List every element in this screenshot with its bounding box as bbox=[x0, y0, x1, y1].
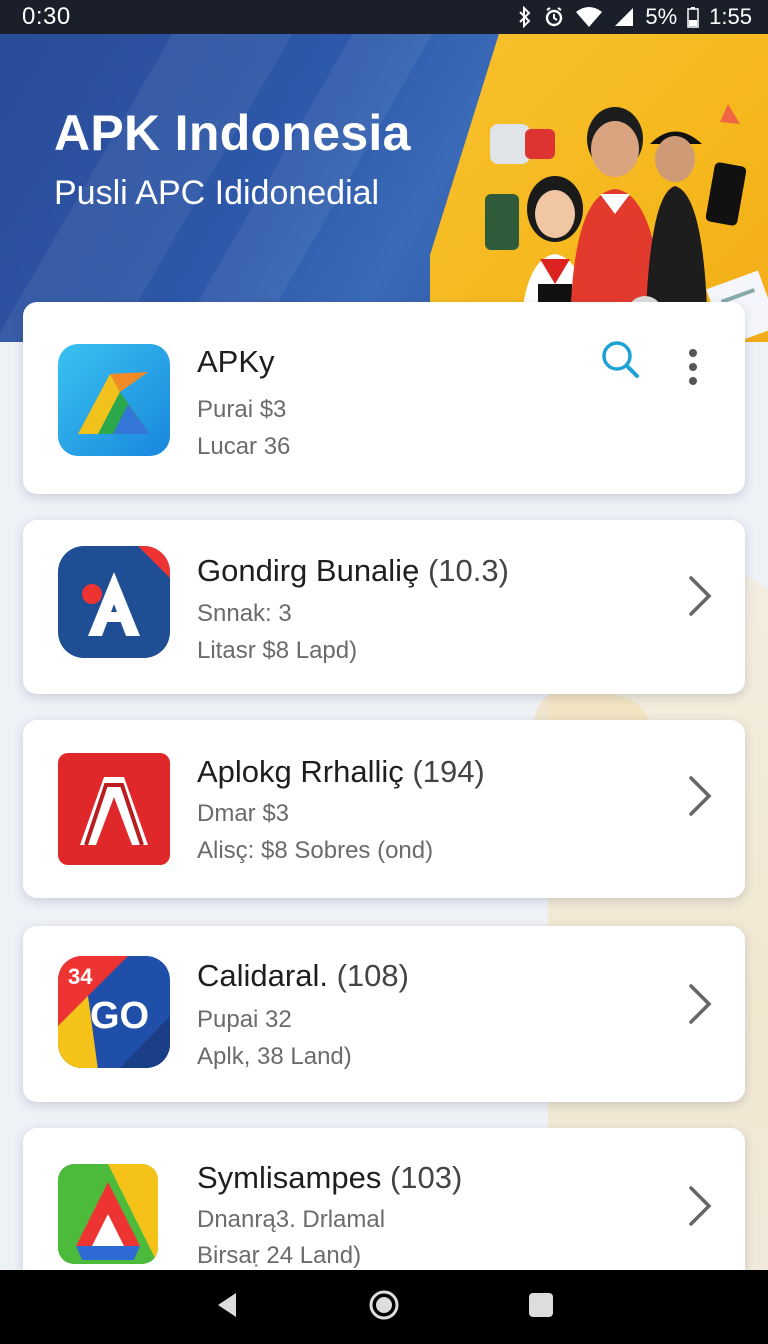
app-card-aplokg[interactable]: Aplokg Rrhalliç (194) Dmar $3 Alisç: $8 … bbox=[23, 720, 745, 898]
more-options-icon[interactable] bbox=[687, 348, 699, 393]
status-time-left: 0:30 bbox=[22, 3, 71, 30]
hero-subtitle: Pusli APC Ididonedial bbox=[54, 174, 380, 212]
app-info-line1: Dmar $3 bbox=[197, 800, 290, 827]
app-count: (103) bbox=[389, 1160, 463, 1195]
app-name: APKy bbox=[197, 344, 275, 379]
calendar-number: 34 bbox=[68, 964, 93, 989]
app-name: Symlisampes bbox=[197, 1160, 382, 1195]
app-icon-aplokg bbox=[58, 753, 170, 865]
status-bar: 0:30 5% 1:55 bbox=[0, 0, 768, 34]
app-title-row: Aplokg Rrhalliç (194) bbox=[197, 754, 485, 790]
app-title-row: Calidaral. (108) bbox=[197, 958, 409, 994]
battery-icon bbox=[687, 6, 699, 28]
app-card-gondirg[interactable]: Gondirg Bunaliȩ (10.3) Snnak: 3 Litasr $… bbox=[23, 520, 745, 694]
app-icon-apky bbox=[58, 344, 170, 456]
battery-percent: 5% bbox=[645, 4, 678, 29]
app-title-row: Gondirg Bunaliȩ (10.3) bbox=[197, 553, 509, 589]
app-card-calidaral[interactable]: 34 GO Calidaral. (108) Pupai 32 Aplk, 38… bbox=[23, 926, 745, 1102]
app-icon-symlisampes bbox=[58, 1164, 158, 1264]
signal-icon bbox=[613, 6, 635, 28]
app-info-line1: Dnanrą3. Drlamal bbox=[197, 1206, 386, 1233]
home-button[interactable] bbox=[368, 1289, 400, 1326]
hero-title: APK Indonesia bbox=[54, 105, 411, 161]
navigation-bar bbox=[0, 1270, 768, 1344]
hero-banner: APK Indonesia Pusli APC Ididonedial bbox=[0, 34, 768, 342]
back-button[interactable] bbox=[214, 1291, 240, 1324]
app-info-line2: Lucar 36 bbox=[197, 433, 291, 460]
app-title-row: Symlisampes (103) bbox=[197, 1160, 462, 1196]
bluetooth-icon bbox=[517, 6, 533, 28]
app-icon-calidaral: 34 GO bbox=[58, 956, 170, 1068]
status-time-right: 1:55 bbox=[709, 4, 752, 29]
app-info-line2: Birsaṛ 24 Land) bbox=[197, 1242, 362, 1269]
recents-button[interactable] bbox=[528, 1292, 554, 1323]
chevron-right-icon[interactable] bbox=[685, 982, 715, 1026]
app-name: Gondirg Bunaliȩ bbox=[197, 553, 420, 588]
megaphone-icon bbox=[490, 124, 555, 164]
go-text: GO bbox=[90, 995, 149, 1037]
app-count: (10.3) bbox=[427, 553, 509, 588]
search-icon[interactable] bbox=[599, 338, 641, 385]
chevron-right-icon[interactable] bbox=[685, 1184, 715, 1228]
app-info-line2: Alisç: $8 Sobres (ond) bbox=[197, 837, 434, 864]
app-icon-gondirg bbox=[58, 546, 170, 658]
app-count: (194) bbox=[412, 754, 485, 789]
app-info-line1: Purai $3 bbox=[197, 396, 287, 423]
chevron-right-icon[interactable] bbox=[685, 774, 715, 818]
app-name: Calidaral. bbox=[197, 958, 328, 993]
app-name: Aplokg Rrhalliç bbox=[197, 754, 404, 789]
app-card-apky[interactable]: APKy Purai $3 Lucar 36 bbox=[23, 302, 745, 494]
wifi-icon bbox=[575, 6, 603, 28]
app-info-line1: Snnak: 3 bbox=[197, 600, 292, 627]
app-info-line1: Pupai 32 bbox=[197, 1006, 292, 1033]
chevron-right-icon[interactable] bbox=[685, 574, 715, 618]
alarm-icon bbox=[543, 6, 565, 28]
app-count: (108) bbox=[336, 958, 409, 993]
app-info-line2: Litasr $8 Lapd) bbox=[197, 637, 358, 664]
app-info-line2: Aplk, 38 Land) bbox=[197, 1043, 352, 1070]
